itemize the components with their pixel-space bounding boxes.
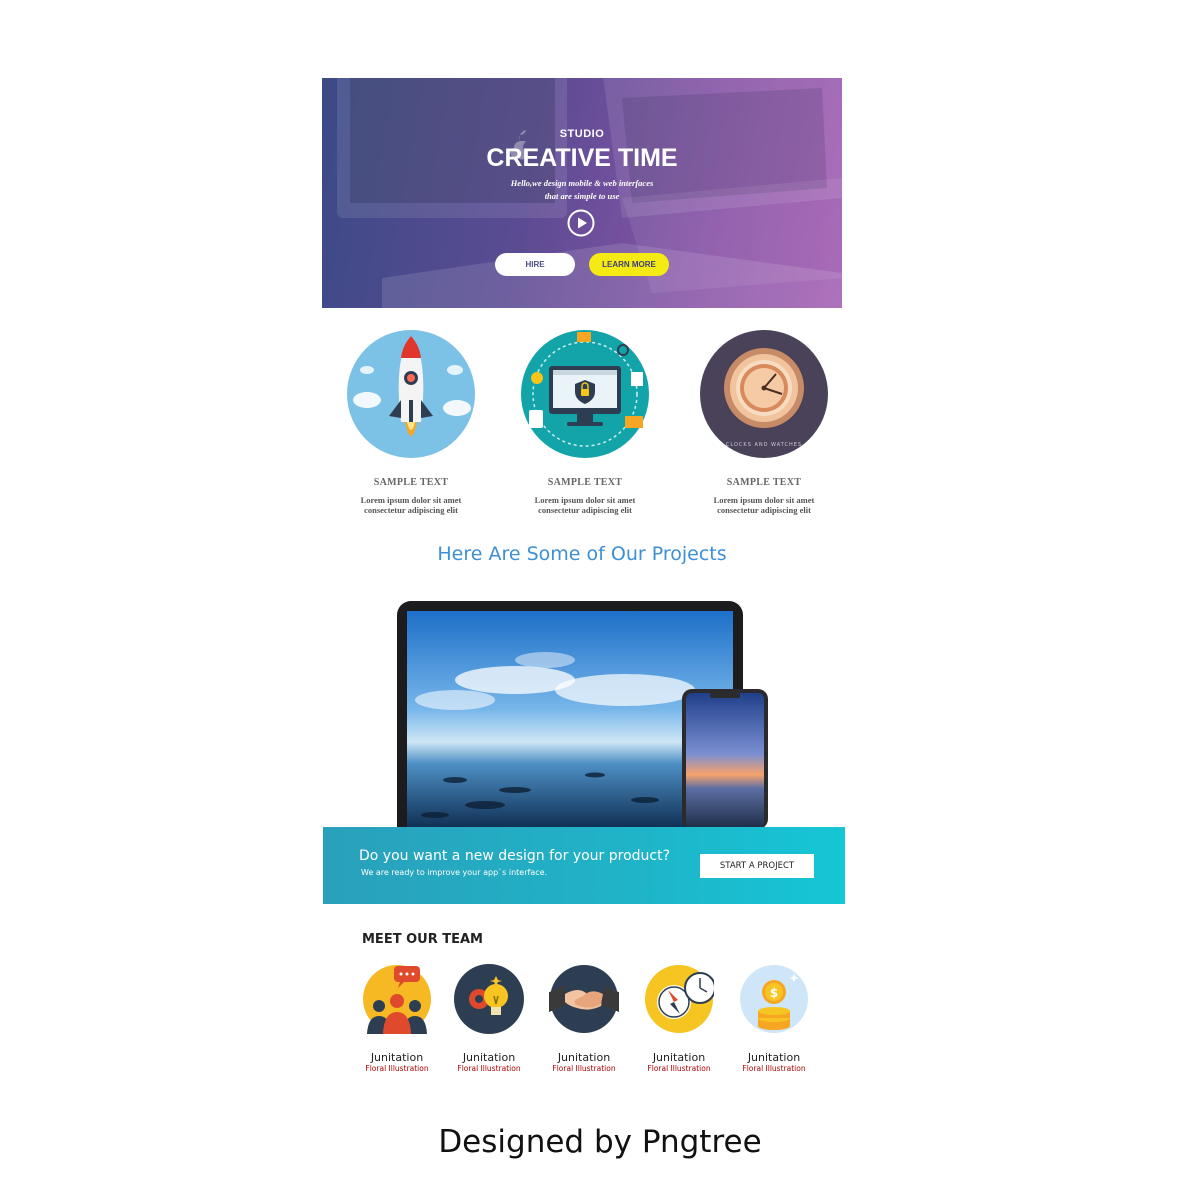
- team-chat-icon: [363, 965, 431, 1034]
- feature-desc-line1: Lorem ipsum dolor sit amet: [360, 495, 462, 505]
- watermark-credit: Designed by Pngtree: [438, 1124, 762, 1160]
- svg-text:CLOCKS AND WATCHES: CLOCKS AND WATCHES: [726, 442, 802, 448]
- projects-heading: Here Are Some of Our Projects: [437, 543, 727, 565]
- learn-more-button[interactable]: LEARN MORE: [589, 253, 669, 276]
- feature-desc-line2: consectetur adipiscing elit: [364, 505, 458, 515]
- hero-title: CREATIVE TIME: [486, 144, 678, 172]
- team-member-5[interactable]: $ Junitation Floral Illustration: [729, 964, 819, 1073]
- feature-desc-line1: Lorem ipsum dolor sit amet: [713, 495, 815, 505]
- start-project-button[interactable]: START A PROJECT: [700, 854, 814, 878]
- feature-desc-line2: consectetur adipiscing elit: [538, 505, 632, 515]
- idea-gear-icon: [454, 964, 524, 1034]
- hero-subtitle-line1: Hello,we design mobile & web interfaces: [510, 178, 654, 188]
- feature-desc-line2: consectetur adipiscing elit: [717, 505, 811, 515]
- team-member-1[interactable]: Junitation Floral Illustration: [352, 964, 442, 1073]
- cta-banner: Do you want a new design for your produc…: [323, 827, 845, 904]
- compass-clock-icon: [645, 965, 716, 1033]
- member-name: Junitation: [652, 1051, 706, 1064]
- member-role: Floral Illustration: [457, 1064, 521, 1073]
- hero-eyebrow: STUDIO: [559, 128, 605, 140]
- feature-title: SAMPLE TEXT: [726, 477, 802, 488]
- project-device-mockup[interactable]: [395, 600, 775, 828]
- member-name: Junitation: [747, 1051, 801, 1064]
- feature-card-1: SAMPLE TEXT Lorem ipsum dolor sit amet c…: [321, 330, 501, 515]
- team-member-3[interactable]: Junitation Floral Illustration: [539, 964, 629, 1073]
- feature-title: SAMPLE TEXT: [547, 477, 623, 488]
- team-member-2[interactable]: Junitation Floral Illustration: [444, 964, 534, 1073]
- team-member-4[interactable]: Junitation Floral Illustration: [634, 964, 724, 1073]
- member-name: Junitation: [370, 1051, 424, 1064]
- member-name: Junitation: [462, 1051, 516, 1064]
- feature-card-2: SAMPLE TEXT Lorem ipsum dolor sit amet c…: [495, 330, 675, 515]
- team-heading: MEET OUR TEAM: [362, 932, 483, 947]
- hero-subtitle-line2: that are simple to use: [544, 191, 620, 201]
- member-role: Floral Illustration: [742, 1064, 806, 1073]
- handshake-icon: [545, 965, 623, 1033]
- clock-icon: CLOCKS AND WATCHES: [700, 330, 828, 458]
- member-role: Floral Illustration: [365, 1064, 429, 1073]
- play-icon[interactable]: [567, 209, 595, 237]
- member-role: Floral Illustration: [552, 1064, 616, 1073]
- feature-desc-line1: Lorem ipsum dolor sit amet: [534, 495, 636, 505]
- cta-subtext: We are ready to improve your app`s inter…: [361, 868, 548, 877]
- feature-title: SAMPLE TEXT: [373, 477, 449, 488]
- member-name: Junitation: [557, 1051, 611, 1064]
- coins-icon: $: [740, 965, 808, 1033]
- hero-banner: STUDIO CREATIVE TIME Hello,we design mob…: [322, 78, 842, 308]
- svg-text:$: $: [770, 986, 778, 1000]
- hire-button[interactable]: HIRE: [495, 253, 575, 276]
- member-role: Floral Illustration: [647, 1064, 711, 1073]
- rocket-icon: [347, 330, 475, 458]
- security-monitor-icon: [521, 330, 649, 458]
- cta-question: Do you want a new design for your produc…: [359, 848, 671, 864]
- feature-card-3: CLOCKS AND WATCHES SAMPLE TEXT Lorem ips…: [674, 330, 854, 515]
